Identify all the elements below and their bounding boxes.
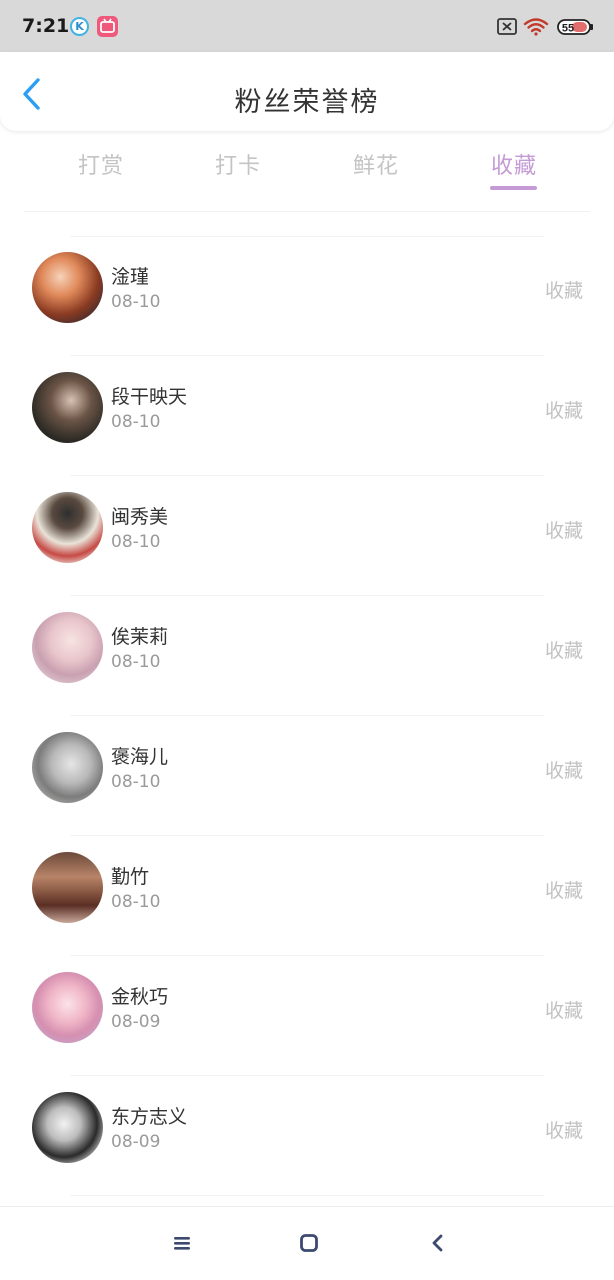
fan-date: 08-10 xyxy=(111,292,161,312)
menu-button[interactable] xyxy=(170,1231,194,1255)
fan-date: 08-09 xyxy=(111,1012,161,1032)
wifi-icon xyxy=(523,18,549,36)
fan-action-type: 收藏 xyxy=(544,280,583,302)
list-item[interactable]: 金秋巧 08-09 收藏 xyxy=(0,956,614,1076)
status-icons: 55 xyxy=(497,18,593,36)
tab-favorites[interactable]: 收藏 xyxy=(491,148,537,180)
list-item[interactable]: 闽秀美 08-10 收藏 xyxy=(0,476,614,596)
chevron-left-icon xyxy=(432,1234,443,1252)
avatar xyxy=(32,612,103,683)
active-tab-indicator xyxy=(490,186,537,190)
avatar xyxy=(32,1092,103,1163)
avatar xyxy=(32,852,103,923)
avatar xyxy=(32,372,103,443)
page-title: 粉丝荣誉榜 xyxy=(234,87,380,118)
fan-date: 08-10 xyxy=(111,652,161,672)
list-item[interactable]: 俟茉莉 08-10 收藏 xyxy=(0,596,614,716)
home-button[interactable] xyxy=(297,1231,321,1255)
tab-checkin[interactable]: 打卡 xyxy=(215,148,261,180)
fan-action-type: 收藏 xyxy=(544,760,583,782)
home-square-icon xyxy=(300,1234,318,1252)
divider xyxy=(70,1195,544,1196)
list-item[interactable]: 淦瑾 08-10 收藏 xyxy=(0,236,614,356)
tab-bar: 打赏 打卡 鲜花 收藏 xyxy=(24,140,590,212)
fan-name: 勤竹 xyxy=(111,866,150,888)
tab-flowers[interactable]: 鲜花 xyxy=(353,148,399,180)
status-bar: 7:21 K 55 xyxy=(0,0,614,52)
avatar xyxy=(32,492,103,563)
fan-action-type: 收藏 xyxy=(544,1000,583,1022)
tv-app-icon xyxy=(97,16,118,37)
fan-action-type: 收藏 xyxy=(544,640,583,662)
navigation-bar xyxy=(0,1206,614,1280)
app-k-icon: K xyxy=(70,17,89,36)
list-item[interactable]: 勤竹 08-10 收藏 xyxy=(0,836,614,956)
avatar xyxy=(32,732,103,803)
fan-action-type: 收藏 xyxy=(544,520,583,542)
nav-back-button[interactable] xyxy=(426,1231,450,1255)
fan-date: 08-10 xyxy=(111,892,161,912)
avatar xyxy=(32,972,103,1043)
no-sim-icon xyxy=(497,18,517,35)
tab-reward[interactable]: 打赏 xyxy=(78,148,124,180)
fan-name: 东方志义 xyxy=(111,1106,188,1128)
battery-level: 55 xyxy=(562,23,574,35)
header: 粉丝荣誉榜 xyxy=(0,52,614,131)
fan-name: 闽秀美 xyxy=(111,506,169,528)
avatar xyxy=(32,252,103,323)
fan-date: 08-10 xyxy=(111,772,161,792)
list-item[interactable]: 段干映天 08-10 收藏 xyxy=(0,356,614,476)
fan-name: 淦瑾 xyxy=(111,266,150,288)
list-item[interactable]: 东方志义 08-09 收藏 xyxy=(0,1076,614,1196)
fan-name: 段干映天 xyxy=(111,386,188,408)
status-time: 7:21 xyxy=(22,15,70,37)
fan-name: 褒海儿 xyxy=(111,746,169,768)
list-item[interactable]: 褒海儿 08-10 收藏 xyxy=(0,716,614,836)
fan-name: 金秋巧 xyxy=(111,986,169,1008)
fan-name: 俟茉莉 xyxy=(111,626,169,648)
menu-icon xyxy=(174,1237,190,1250)
fan-date: 08-09 xyxy=(111,1132,161,1152)
fan-action-type: 收藏 xyxy=(544,880,583,902)
fan-action-type: 收藏 xyxy=(544,1120,583,1142)
fan-action-type: 收藏 xyxy=(544,400,583,422)
fan-date: 08-10 xyxy=(111,412,161,432)
fan-date: 08-10 xyxy=(111,532,161,552)
battery-icon: 55 xyxy=(557,19,593,35)
